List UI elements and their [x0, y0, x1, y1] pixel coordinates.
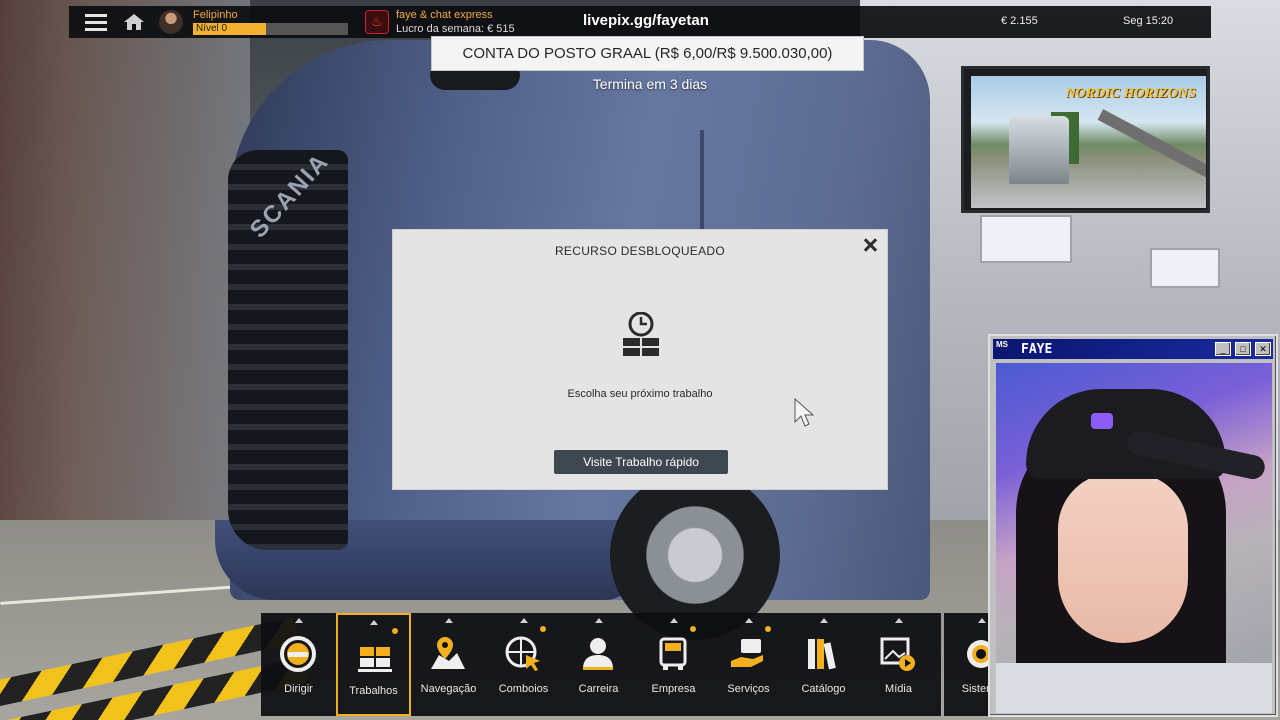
- notification-dot: [392, 628, 398, 634]
- dock-item-trabalhos[interactable]: Trabalhos: [336, 613, 411, 716]
- dock-item-label: Comboios: [498, 683, 549, 695]
- map-pin-icon: [429, 635, 467, 673]
- dock-item-label: Carreira: [578, 683, 619, 695]
- chevron-up-icon: [294, 618, 303, 623]
- dock-item-catalogo[interactable]: Catálogo: [786, 613, 861, 716]
- stream-url-overlay: livepix.gg/fayetan: [583, 12, 709, 29]
- player-name: Felipinho: [193, 9, 238, 21]
- chevron-up-icon: [519, 618, 528, 623]
- company-name: faye & chat express: [396, 9, 493, 21]
- promo-truck: [1009, 116, 1069, 184]
- chevron-up-icon: [744, 618, 753, 623]
- dock-item-label: Catálogo: [801, 683, 846, 695]
- dialog-title: RECURSO DESBLOQUEADO: [554, 244, 726, 258]
- service-icon: [729, 635, 767, 673]
- chevron-up-icon: [594, 618, 603, 623]
- bottom-menu-dock-overflow: Sistema: [944, 613, 994, 716]
- minimize-icon[interactable]: _: [1215, 342, 1231, 356]
- chevron-up-icon: [444, 618, 453, 623]
- player-avatar[interactable]: [159, 10, 183, 34]
- globe-cursor-icon: [504, 635, 542, 673]
- mouse-cursor-icon: [794, 398, 814, 427]
- cap-logo-icon: [1091, 413, 1113, 429]
- promo-title: NORDIC HORIZONS: [1065, 86, 1196, 101]
- webcam-title: FAYE: [1021, 342, 1053, 357]
- dock-item-label: Empresa: [651, 683, 696, 695]
- event-countdown: Termina em 3 dias: [592, 76, 708, 92]
- steering-wheel-icon: [279, 635, 317, 673]
- home-icon[interactable]: [123, 13, 145, 31]
- promo-image: NORDIC HORIZONS: [971, 76, 1206, 208]
- webcam-feed: [996, 363, 1272, 713]
- books-icon: [804, 635, 842, 673]
- promo-road: [1097, 109, 1206, 195]
- bottom-menu-dock: Dirigir Trabalhos Navegação Comboios Carreir…: [261, 613, 941, 716]
- jobs-clock-icon: [621, 311, 661, 356]
- dock-item-navegacao[interactable]: Navegação: [411, 613, 486, 716]
- menu-icon[interactable]: [85, 14, 107, 31]
- streamer-face: [1058, 473, 1188, 643]
- webcam-titlebar[interactable]: MS FAYE _ □ ✕: [993, 339, 1273, 359]
- streamer-shirt: [996, 663, 1272, 713]
- dock-item-label: Dirigir: [284, 683, 313, 695]
- dlc-promo-card[interactable]: NORDIC HORIZONS: [961, 66, 1210, 213]
- dock-item-carreira[interactable]: Carreira: [561, 613, 636, 716]
- notification-dot: [540, 626, 546, 632]
- garage-window: [1150, 248, 1220, 288]
- weekly-profit: Lucro da semana: € 515: [396, 23, 515, 35]
- person-icon: [579, 635, 617, 673]
- truck-front-icon: [654, 635, 692, 673]
- game-clock: Seg 15:20: [1123, 15, 1174, 27]
- media-icon: [879, 635, 917, 673]
- level-progress-bar: Nível 0: [193, 23, 348, 35]
- chevron-up-icon: [369, 620, 378, 625]
- chevron-up-icon: [819, 618, 828, 623]
- event-banner[interactable]: CONTA DO POSTO GRAAL (R$ 6,00/R$ 9.500.0…: [431, 36, 864, 71]
- dock-item-label: Sistema: [961, 683, 994, 695]
- dock-item-empresa[interactable]: Empresa: [636, 613, 711, 716]
- dock-item-label: Trabalhos: [349, 685, 398, 697]
- window-logo-icon: MS: [996, 340, 1008, 349]
- dock-item-label: Navegação: [420, 683, 477, 695]
- garage-window: [980, 215, 1072, 263]
- close-icon[interactable]: [861, 236, 879, 254]
- notification-dot: [690, 626, 696, 632]
- dock-item-midia[interactable]: Mídia: [861, 613, 936, 716]
- dock-item-dirigir[interactable]: Dirigir: [261, 613, 336, 716]
- chevron-up-icon: [669, 618, 678, 623]
- money-balance: € 2.155: [1001, 15, 1038, 27]
- dock-item-label: Mídia: [885, 683, 912, 695]
- top-status-bar: Felipinho Nível 0 ♨ faye & chat express …: [69, 6, 1211, 38]
- close-window-icon[interactable]: ✕: [1255, 342, 1271, 356]
- dock-item-sistema[interactable]: Sistema: [944, 613, 994, 716]
- cargo-icon: [356, 637, 394, 675]
- chevron-up-icon: [977, 618, 986, 623]
- level-label: Nível 0: [196, 23, 228, 34]
- garage-wall-left: [0, 0, 250, 560]
- notification-dot: [765, 626, 771, 632]
- quick-job-button[interactable]: Visite Trabalho rápido: [554, 450, 728, 474]
- webcam-window: MS FAYE _ □ ✕: [988, 334, 1278, 717]
- dock-item-servicos[interactable]: Serviços: [711, 613, 786, 716]
- dock-item-comboios[interactable]: Comboios: [486, 613, 561, 716]
- chevron-up-icon: [894, 618, 903, 623]
- dock-item-label: Serviços: [727, 683, 770, 695]
- feature-unlocked-dialog: RECURSO DESBLOQUEADO Escolha seu próximo…: [392, 229, 888, 490]
- maximize-icon[interactable]: □: [1235, 342, 1251, 356]
- company-logo-icon[interactable]: ♨: [365, 10, 389, 34]
